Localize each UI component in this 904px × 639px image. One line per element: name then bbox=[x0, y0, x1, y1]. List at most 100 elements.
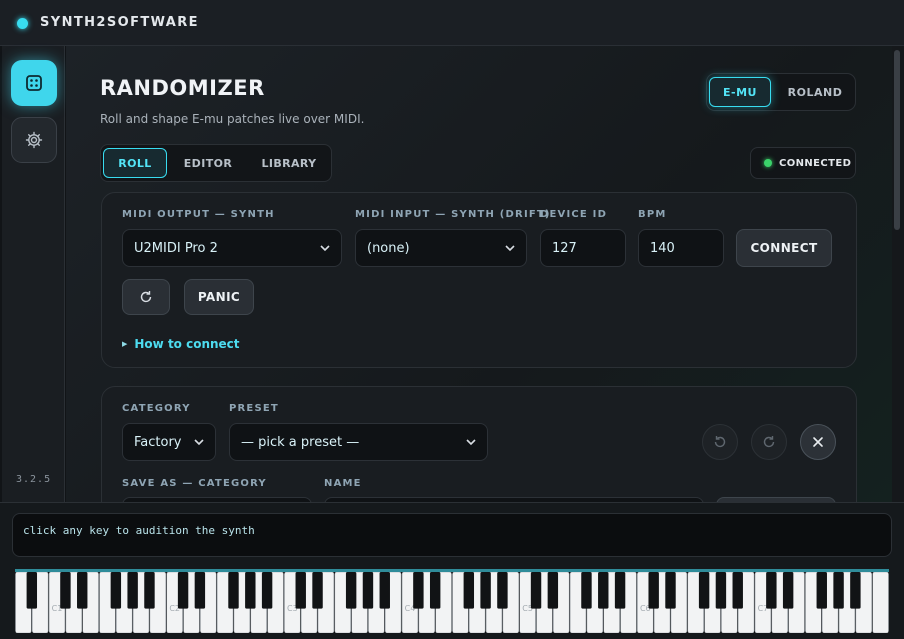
midi-output-label: MIDI OUTPUT — SYNTH bbox=[122, 209, 275, 220]
black-key[interactable] bbox=[77, 572, 88, 609]
status-dot bbox=[17, 18, 28, 29]
app-title: SYNTH2SOFTWARE bbox=[40, 15, 199, 30]
page-subtitle: Roll and shape E-mu patches live over MI… bbox=[100, 112, 365, 126]
category-value: Factory bbox=[134, 434, 182, 450]
connect-button[interactable]: CONNECT bbox=[736, 229, 832, 267]
midi-output-select[interactable]: U2MIDI Pro 2 bbox=[122, 229, 342, 267]
black-key[interactable] bbox=[127, 572, 138, 609]
black-key[interactable] bbox=[228, 572, 239, 609]
page-title: RANDOMIZER bbox=[100, 76, 265, 100]
preset-placeholder: — pick a preset — bbox=[241, 434, 360, 450]
keyboard-panel: click any key to audition the synth C1 C2… bbox=[0, 502, 904, 639]
black-key[interactable] bbox=[177, 572, 189, 609]
chevron-down-icon bbox=[194, 439, 204, 446]
refresh-icon bbox=[140, 291, 152, 303]
midi-input-value: (none) bbox=[367, 240, 410, 256]
black-key[interactable] bbox=[530, 572, 542, 609]
close-icon bbox=[813, 437, 823, 447]
piano-keyboard: C1 C2 C3 C4 C5 C6 C7 bbox=[15, 569, 889, 634]
white-key[interactable] bbox=[872, 571, 889, 634]
black-key[interactable] bbox=[413, 572, 424, 609]
sidebar-item-randomizer[interactable] bbox=[11, 60, 57, 106]
black-key[interactable] bbox=[110, 572, 122, 609]
black-key[interactable] bbox=[648, 572, 659, 609]
device-id-label: DEVICE ID bbox=[540, 209, 608, 220]
black-key[interactable] bbox=[598, 572, 609, 609]
black-key[interactable] bbox=[463, 572, 475, 609]
save-category-label: SAVE AS — CATEGORY bbox=[122, 478, 267, 489]
undo-button[interactable] bbox=[702, 424, 738, 460]
preset-card: CATEGORY PRESET Factory — pick a preset … bbox=[101, 386, 857, 502]
gear-icon bbox=[25, 131, 43, 149]
undo-icon bbox=[714, 436, 726, 448]
tab-editor[interactable]: EDITOR bbox=[171, 148, 245, 178]
black-key[interactable] bbox=[581, 572, 592, 609]
black-key[interactable] bbox=[766, 572, 777, 609]
app-version: 3.2.5 bbox=[16, 474, 52, 485]
black-key[interactable] bbox=[245, 572, 256, 609]
midi-input-label: MIDI INPUT — SYNTH (DRIFT) bbox=[355, 209, 551, 220]
bpm-input[interactable]: 140 bbox=[638, 229, 724, 267]
bpm-label: BPM bbox=[638, 209, 667, 220]
scrollbar-thumb[interactable] bbox=[894, 50, 900, 230]
midi-input-select[interactable]: (none) bbox=[355, 229, 527, 267]
black-key[interactable] bbox=[295, 572, 306, 609]
brand-option-emu[interactable]: E-MU bbox=[709, 77, 771, 107]
black-key[interactable] bbox=[782, 572, 794, 609]
audition-hint: click any key to audition the synth bbox=[23, 524, 255, 537]
tab-library[interactable]: LIBRARY bbox=[249, 148, 329, 178]
device-id-input[interactable]: 127 bbox=[540, 229, 626, 267]
black-key[interactable] bbox=[833, 572, 844, 609]
how-to-connect-link[interactable]: ▶ How to connect bbox=[122, 337, 240, 351]
category-label: CATEGORY bbox=[122, 403, 191, 414]
chevron-down-icon bbox=[466, 439, 476, 446]
tab-bar: ROLL EDITOR LIBRARY bbox=[100, 144, 332, 182]
connected-dot bbox=[764, 159, 772, 167]
panic-button[interactable]: PANIC bbox=[184, 279, 254, 315]
category-select[interactable]: Factory bbox=[122, 423, 216, 461]
black-key[interactable] bbox=[614, 572, 626, 609]
connection-status-text: CONNECTED bbox=[779, 157, 852, 169]
midi-card: MIDI OUTPUT — SYNTH MIDI INPUT — SYNTH (… bbox=[101, 192, 857, 368]
black-key[interactable] bbox=[715, 572, 727, 609]
black-key[interactable] bbox=[194, 572, 206, 609]
black-key[interactable] bbox=[379, 572, 390, 609]
piano-keys: C1 C2 C3 C4 C5 C6 C7 bbox=[15, 571, 889, 634]
black-key[interactable] bbox=[312, 572, 323, 609]
disclosure-triangle-icon: ▶ bbox=[122, 340, 128, 348]
black-key[interactable] bbox=[362, 572, 374, 609]
chevron-down-icon bbox=[320, 245, 330, 252]
preset-label: PRESET bbox=[229, 403, 279, 414]
black-key[interactable] bbox=[732, 572, 743, 609]
redo-icon bbox=[763, 436, 775, 448]
scrollbar[interactable] bbox=[892, 46, 904, 502]
close-button[interactable] bbox=[800, 424, 836, 460]
title-bar: SYNTH2SOFTWARE bbox=[0, 0, 904, 46]
black-key[interactable] bbox=[850, 572, 861, 609]
brand-option-roland[interactable]: ROLAND bbox=[777, 77, 853, 107]
black-key[interactable] bbox=[816, 572, 827, 609]
black-key[interactable] bbox=[480, 572, 491, 609]
black-key[interactable] bbox=[144, 572, 155, 609]
connection-status-badge: CONNECTED bbox=[750, 147, 856, 179]
name-label: NAME bbox=[324, 478, 362, 489]
brand-toggle: E-MU ROLAND bbox=[706, 73, 856, 111]
black-key[interactable] bbox=[429, 572, 441, 609]
black-key[interactable] bbox=[547, 572, 559, 609]
refresh-button[interactable] bbox=[122, 279, 170, 315]
sidebar: 3.2.5 bbox=[2, 46, 65, 502]
black-key[interactable] bbox=[345, 572, 357, 609]
black-key[interactable] bbox=[60, 572, 71, 609]
dice-icon bbox=[26, 75, 42, 91]
redo-button[interactable] bbox=[751, 424, 787, 460]
audition-log: click any key to audition the synth bbox=[12, 513, 892, 557]
sidebar-item-settings[interactable] bbox=[11, 117, 57, 163]
black-key[interactable] bbox=[698, 572, 710, 609]
tab-roll[interactable]: ROLL bbox=[103, 148, 167, 178]
black-key[interactable] bbox=[261, 572, 273, 609]
preset-select[interactable]: — pick a preset — bbox=[229, 423, 488, 461]
black-key[interactable] bbox=[26, 572, 38, 609]
black-key[interactable] bbox=[497, 572, 508, 609]
main-panel: RANDOMIZER Roll and shape E-mu patches l… bbox=[66, 46, 892, 502]
black-key[interactable] bbox=[665, 572, 676, 609]
